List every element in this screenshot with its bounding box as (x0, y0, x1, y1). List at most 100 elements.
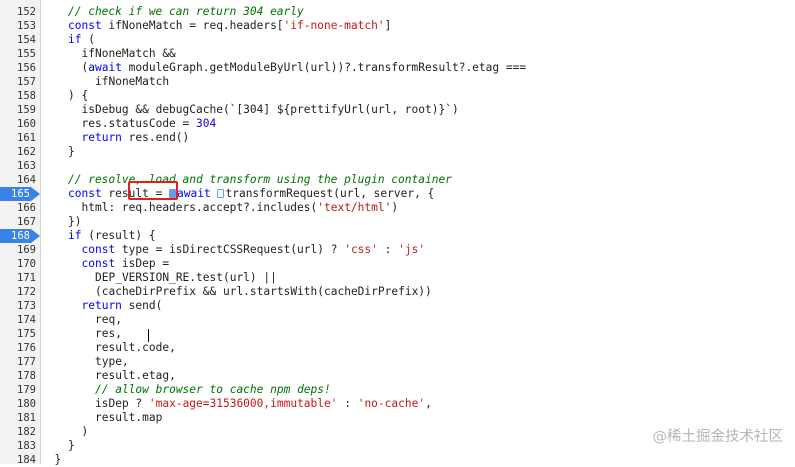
code-token: html: req.headers.accept?.includes( (81, 201, 318, 214)
code-text: } (68, 439, 75, 453)
code-token: res.end() (121, 131, 190, 144)
code-token: 304 (196, 117, 217, 130)
code-text: req, (95, 313, 122, 327)
line-number[interactable]: 153 (0, 19, 36, 33)
code-token: isDebug && debugCache(`[304] ${prettifyU… (81, 103, 459, 116)
line-number[interactable]: 184 (0, 453, 36, 467)
code-token: 'css' (344, 243, 378, 256)
code-line: 158 ) { (0, 89, 795, 103)
code-line: 169 const type = isDirectCSSRequest(url) … (0, 243, 795, 257)
line-number[interactable]: 159 (0, 103, 36, 117)
code-token: moduleGraph.getModuleByUrl(url))?.transf… (121, 61, 527, 74)
code-token: // check if we can return 304 early (68, 5, 304, 18)
line-number[interactable]: 157 (0, 75, 36, 89)
code-text: // resolve, load and transform using the… (68, 173, 452, 187)
breakpoint-line-number[interactable]: 165 (0, 187, 40, 201)
code-text: const result = await transformRequest(ur… (68, 187, 434, 201)
code-token: ( (81, 33, 95, 46)
line-number[interactable]: 174 (0, 313, 36, 327)
line-number[interactable]: 155 (0, 47, 36, 61)
line-number[interactable]: 179 (0, 383, 36, 397)
line-number[interactable]: 152 (0, 5, 36, 19)
line-number[interactable]: 166 (0, 201, 36, 215)
line-number[interactable]: 156 (0, 61, 36, 75)
code-line: 181 result.map (0, 411, 795, 425)
code-line: 157 ifNoneMatch (0, 75, 795, 89)
code-line: 171 DEP_VERSION_RE.test(url) || (0, 271, 795, 285)
code-token: res.statusCode = (81, 117, 197, 130)
line-number[interactable]: 183 (0, 439, 36, 453)
code-token: DEP_VERSION_RE.test(url) || (95, 271, 277, 284)
code-line: 176 result.code, (0, 341, 795, 355)
code-line: 184} (0, 453, 795, 467)
inline-breakpoint-marker-icon[interactable] (217, 189, 225, 198)
code-text: const ifNoneMatch = req.headers['if-none… (68, 19, 391, 33)
code-line: 155 ifNoneMatch && (0, 47, 795, 61)
line-number[interactable]: 164 (0, 173, 36, 187)
code-text: type, (95, 355, 129, 369)
line-number[interactable]: 177 (0, 355, 36, 369)
line-number[interactable]: 178 (0, 369, 36, 383)
code-text: res, (95, 327, 122, 341)
code-line: 162} (0, 145, 795, 159)
code-text: html: req.headers.accept?.includes('text… (82, 201, 399, 215)
line-number[interactable]: 170 (0, 257, 36, 271)
line-number[interactable]: 163 (0, 159, 36, 173)
code-token: type = isDirectCSSRequest(url) ? (115, 243, 345, 256)
line-number[interactable]: 180 (0, 397, 36, 411)
line-number[interactable]: 158 (0, 89, 36, 103)
text-cursor (148, 329, 149, 342)
code-token: ] (384, 19, 392, 32)
code-line: 164 // resolve, load and transform using … (0, 173, 795, 187)
code-line: 180 isDep ? 'max-age=31536000,immutable' … (0, 397, 795, 411)
code-token: const (81, 243, 116, 256)
line-number[interactable]: 181 (0, 411, 36, 425)
code-token: 'max-age=31536000,immutable' (148, 397, 338, 410)
code-line: 161 return res.end() (0, 131, 795, 145)
code-token: req, (95, 313, 122, 326)
code-token: 'if-none-match' (283, 19, 385, 32)
code-editor[interactable]: 152 // check if we can return 304 early 15… (0, 0, 795, 467)
code-token: const (81, 257, 116, 270)
code-text: result.map (95, 411, 162, 425)
code-text: }) (68, 215, 81, 229)
code-text: // check if we can return 304 early (68, 5, 304, 19)
line-number[interactable]: 167 (0, 215, 36, 229)
line-number[interactable]: 182 (0, 425, 36, 439)
line-number[interactable]: 172 (0, 285, 36, 299)
line-number[interactable]: 173 (0, 299, 36, 313)
code-text: return send( (82, 299, 163, 313)
code-line: 159 isDebug && debugCache(`[304] ${pretti… (0, 103, 795, 117)
line-number[interactable]: 176 (0, 341, 36, 355)
line-number[interactable]: 175 (0, 327, 36, 341)
code-token: type, (95, 355, 129, 368)
code-token: ifNoneMatch = req.headers[ (101, 19, 284, 32)
line-number[interactable]: 162 (0, 145, 36, 159)
code-token: : (337, 397, 358, 410)
code-text: return res.end() (82, 131, 190, 145)
code-token: ifNoneMatch (95, 75, 170, 88)
line-number[interactable]: 169 (0, 243, 36, 257)
code-token: ) { (68, 89, 89, 102)
code-token: } (68, 439, 75, 452)
code-text: const type = isDirectCSSRequest(url) ? '… (82, 243, 426, 257)
breakpoint-line-number[interactable]: 168 (0, 229, 40, 243)
code-token: transformRequest(url, server, { (225, 187, 435, 200)
code-text: } (68, 145, 75, 159)
line-number[interactable]: 161 (0, 131, 36, 145)
code-token: if (68, 229, 82, 242)
code-line: 165 const result = await transformRequest… (0, 187, 795, 201)
line-number[interactable]: 154 (0, 33, 36, 47)
code-text: const isDep = (82, 257, 170, 271)
line-number[interactable]: 160 (0, 117, 36, 131)
code-text: (cacheDirPrefix && url.startsWith(cacheD… (95, 285, 432, 299)
code-text: DEP_VERSION_RE.test(url) || (95, 271, 277, 285)
line-number[interactable]: 171 (0, 271, 36, 285)
code-line: 166 html: req.headers.accept?.includes('t… (0, 201, 795, 215)
code-text: } (55, 453, 62, 467)
code-token: await (177, 187, 211, 200)
code-text: ifNoneMatch && (82, 47, 176, 61)
code-line: 156 (await moduleGraph.getModuleByUrl(url… (0, 61, 795, 75)
code-token: const (68, 19, 102, 32)
